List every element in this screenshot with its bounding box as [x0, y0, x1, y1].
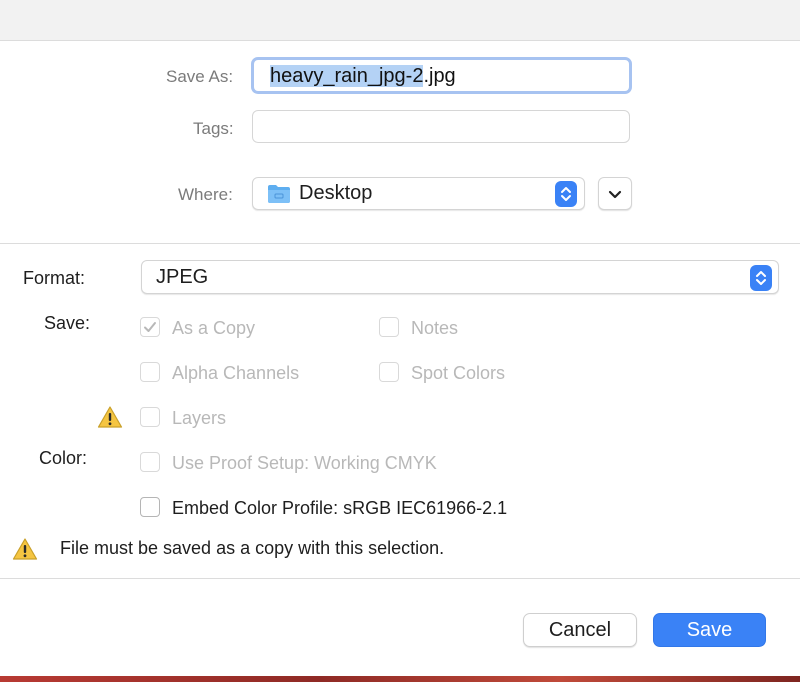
- where-value: Desktop: [299, 182, 373, 204]
- save-button[interactable]: Save: [653, 613, 766, 647]
- layers-warning-icon: [97, 406, 123, 428]
- embed-color-profile-checkbox[interactable]: [140, 497, 160, 517]
- background-window-edge: [0, 676, 800, 682]
- format-value: JPEG: [156, 266, 209, 288]
- where-popup[interactable]: Desktop: [252, 177, 585, 210]
- layers-checkbox[interactable]: [140, 407, 160, 427]
- section-divider: [0, 243, 800, 244]
- layers-label: Layers: [172, 408, 227, 428]
- as-a-copy-checkbox[interactable]: [140, 317, 160, 337]
- filename-extension: .jpg: [423, 65, 456, 87]
- alpha-channels-label: Alpha Channels: [172, 363, 300, 383]
- chevron-down-icon: [608, 190, 622, 199]
- color-label: Color:: [39, 448, 88, 468]
- format-popup[interactable]: JPEG: [141, 260, 779, 294]
- filename-input[interactable]: heavy_rain_jpg-2.jpg: [251, 57, 632, 94]
- cancel-button[interactable]: Cancel: [523, 613, 637, 647]
- title-bar: [0, 0, 800, 41]
- format-label: Format:: [23, 268, 86, 288]
- use-proof-setup-label: Use Proof Setup: Working CMYK: [172, 453, 437, 473]
- folder-icon: [267, 184, 291, 209]
- tags-label: Tags:: [193, 119, 234, 138]
- warning-icon: [12, 538, 38, 560]
- notes-label: Notes: [411, 318, 459, 338]
- as-a-copy-label: As a Copy: [172, 318, 256, 338]
- notes-checkbox[interactable]: [379, 317, 399, 337]
- checkmark-icon: [144, 322, 156, 332]
- save-as-label: Save As:: [166, 67, 234, 86]
- where-stepper-icon: [555, 181, 577, 207]
- where-label: Where:: [178, 185, 233, 204]
- warning-message: File must be saved as a copy with this s…: [60, 538, 445, 558]
- spot-colors-label: Spot Colors: [411, 363, 506, 383]
- format-stepper-icon: [750, 265, 772, 291]
- spot-colors-checkbox[interactable]: [379, 362, 399, 382]
- alpha-channels-checkbox[interactable]: [140, 362, 160, 382]
- filename-selection: heavy_rain_jpg-2: [270, 65, 424, 87]
- expand-button[interactable]: [598, 177, 632, 210]
- use-proof-setup-checkbox[interactable]: [140, 452, 160, 472]
- tags-input[interactable]: [252, 110, 630, 143]
- embed-color-profile-label: Embed Color Profile: sRGB IEC61966-2.1: [172, 498, 508, 518]
- save-label: Save:: [44, 313, 91, 333]
- filename-text: heavy_rain_jpg-2.jpg: [270, 65, 456, 88]
- footer-divider: [0, 578, 800, 579]
